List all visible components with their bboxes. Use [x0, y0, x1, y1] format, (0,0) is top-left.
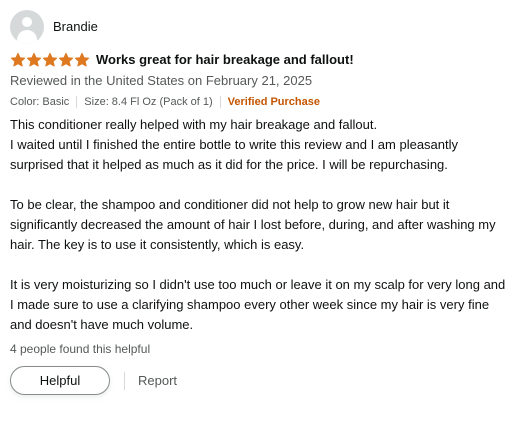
review-title-row: Works great for hair breakage and fallou…	[10, 50, 510, 70]
review-body-paragraph-1: I waited until I finished the entire bot…	[10, 137, 459, 172]
format-size: Size: 8.4 Fl Oz (Pack of 1)	[84, 96, 213, 108]
review-body: This conditioner really helped with my h…	[10, 115, 510, 335]
review: Brandie Works great for hair breakage an…	[10, 10, 510, 395]
review-body-paragraph-3: It is very moisturizing so I didn't use …	[10, 277, 506, 332]
star-icon	[26, 52, 42, 67]
avatar-icon	[10, 10, 44, 44]
star-icon	[42, 52, 58, 67]
star-icon	[58, 52, 74, 67]
format-divider	[219, 96, 221, 108]
actions-divider	[124, 371, 125, 390]
star-rating[interactable]	[10, 52, 90, 68]
format-divider	[76, 96, 78, 108]
report-link[interactable]: Report	[138, 373, 177, 388]
star-icon	[10, 52, 26, 67]
review-actions: Helpful Report	[10, 366, 510, 395]
helpful-count: 4 people found this helpful	[10, 342, 151, 356]
review-body-paragraph-2: To be clear, the shampoo and conditioner…	[10, 197, 496, 252]
format-strip: Color: Basic Size: 8.4 Fl Oz (Pack of 1)…	[10, 94, 510, 110]
star-icon	[74, 52, 90, 67]
review-body-line-1: This conditioner really helped with my h…	[10, 117, 378, 132]
helpful-button[interactable]: Helpful	[10, 366, 110, 395]
review-date: Reviewed in the United States on Februar…	[10, 73, 313, 88]
reviewer-profile[interactable]: Brandie	[10, 10, 510, 44]
format-color: Color: Basic	[10, 96, 70, 108]
review-title[interactable]: Works great for hair breakage and fallou…	[96, 51, 354, 69]
reviewer-name[interactable]: Brandie	[53, 19, 98, 35]
verified-purchase-badge: Verified Purchase	[227, 96, 320, 108]
